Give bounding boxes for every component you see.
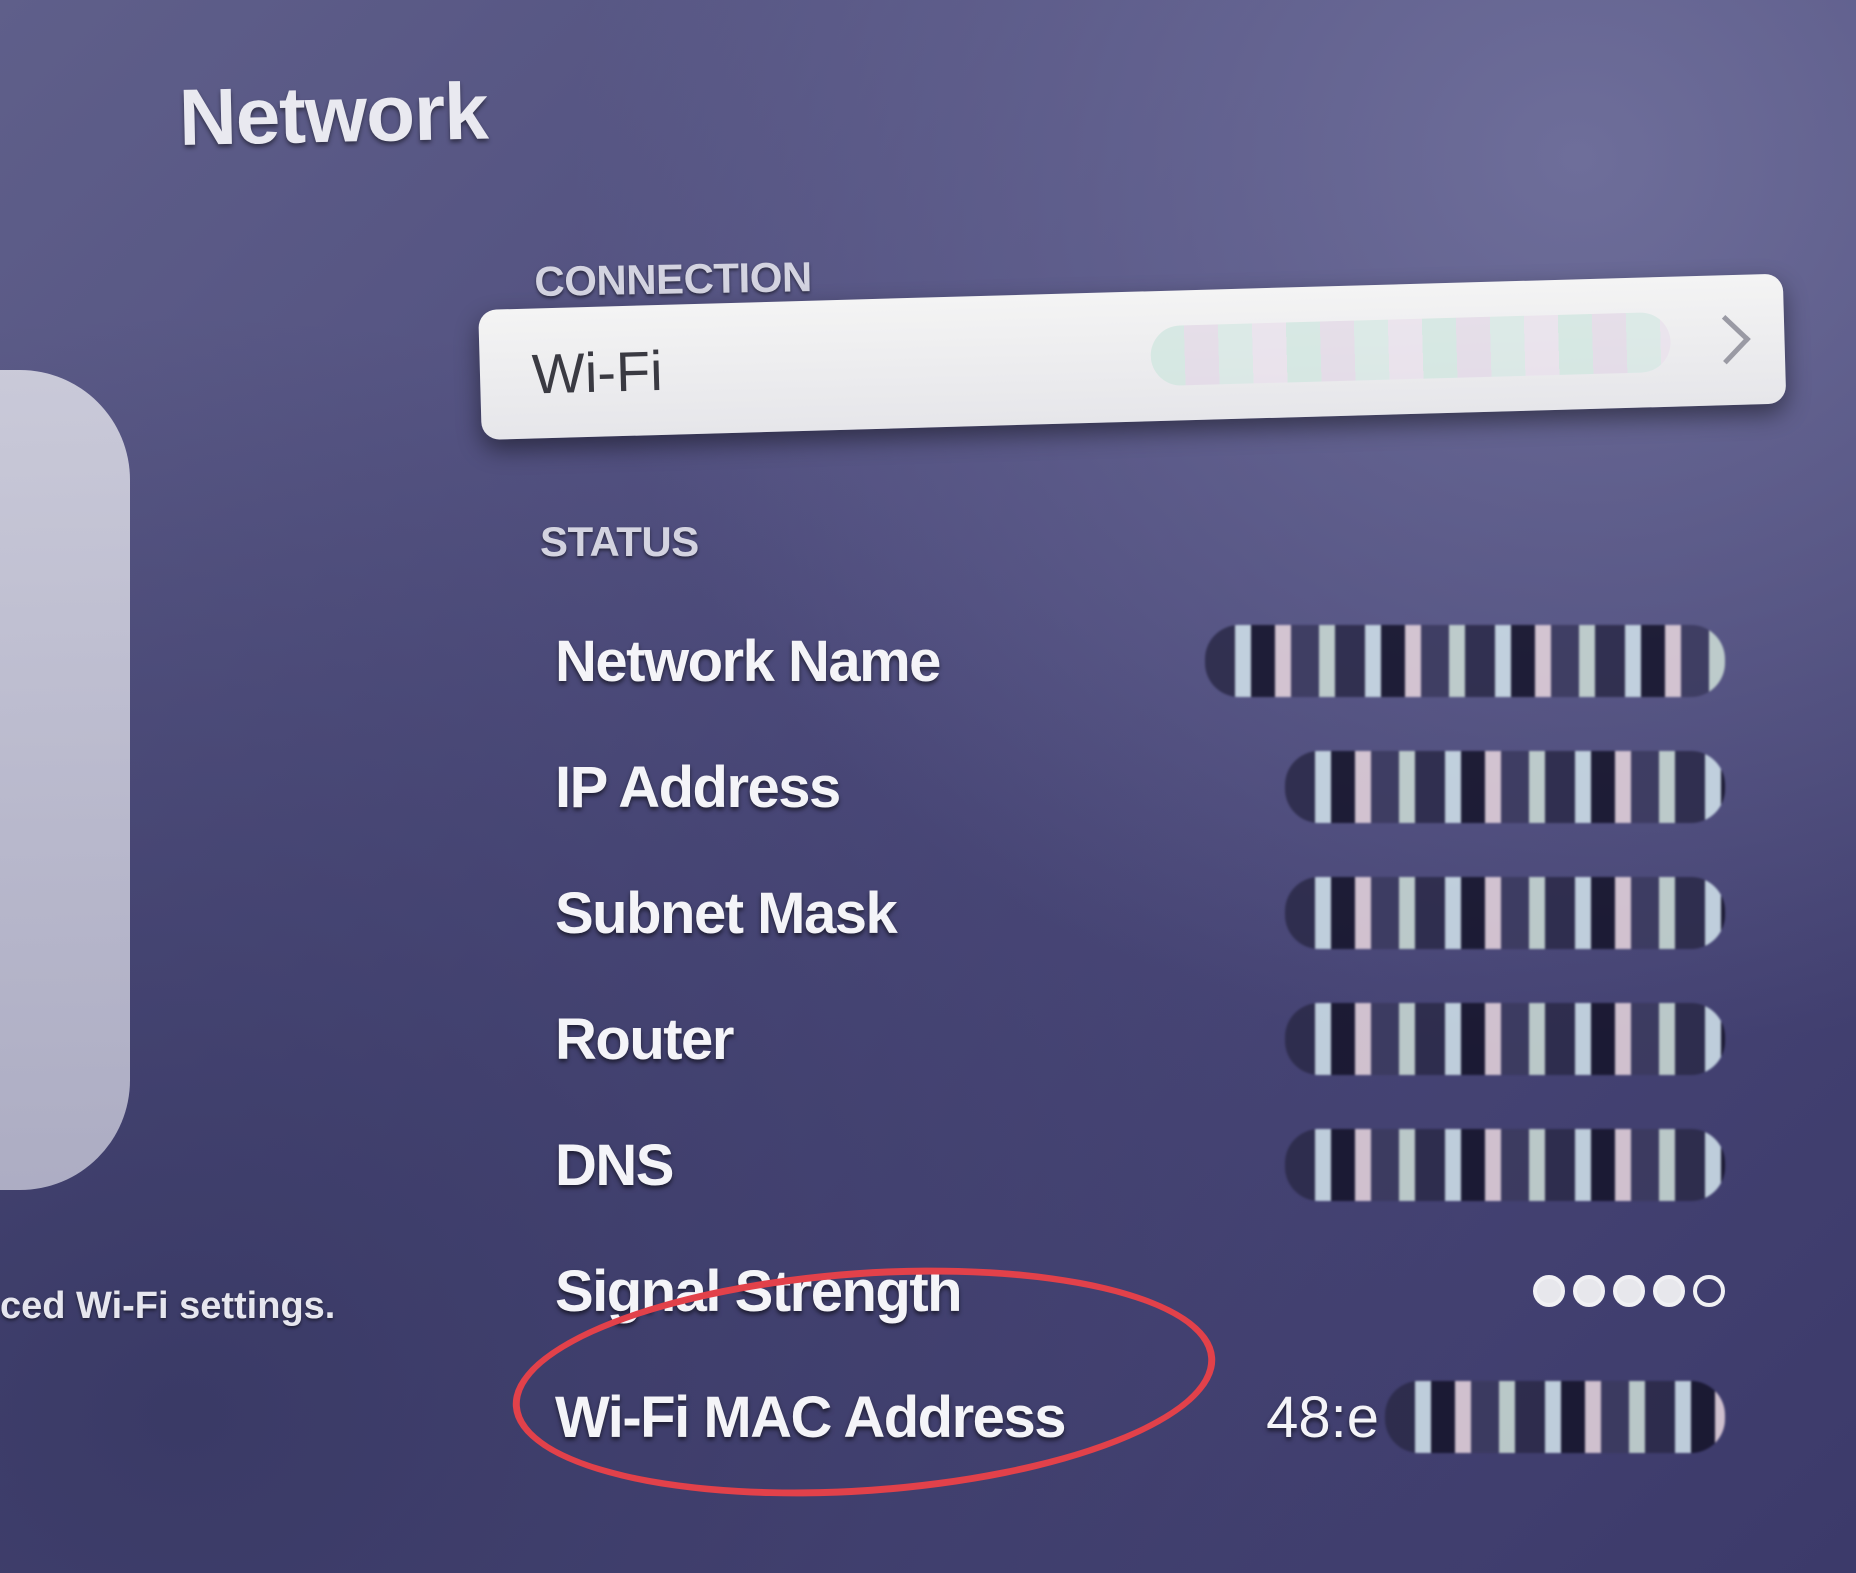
status-row-dns: DNS bbox=[555, 1102, 1725, 1228]
side-artwork-card bbox=[0, 370, 130, 1190]
signal-dot-filled bbox=[1653, 1275, 1685, 1307]
status-row-router: Router bbox=[555, 976, 1725, 1102]
dns-value-redacted bbox=[1285, 1129, 1725, 1201]
mac-address-visible-prefix: 48:e bbox=[1266, 1384, 1379, 1450]
dns-label: DNS bbox=[555, 1132, 674, 1198]
status-list: Network Name IP Address Subnet Mask Rout… bbox=[555, 598, 1725, 1480]
wifi-mac-address-value: 48:e bbox=[1266, 1381, 1725, 1453]
ip-address-label: IP Address bbox=[555, 754, 841, 820]
network-settings-screen: Network ced Wi-Fi settings. CONNECTION W… bbox=[0, 0, 1856, 1573]
status-section-header: STATUS bbox=[540, 518, 699, 565]
redaction-blur bbox=[1285, 751, 1725, 823]
router-value-redacted bbox=[1285, 1003, 1725, 1075]
ip-address-value-redacted bbox=[1285, 751, 1725, 823]
page-title: Network bbox=[178, 66, 489, 162]
signal-dot-filled bbox=[1573, 1275, 1605, 1307]
wifi-network-value-redacted bbox=[1149, 311, 1672, 387]
signal-dots bbox=[1533, 1275, 1725, 1307]
redaction-blur bbox=[1285, 1129, 1725, 1201]
signal-strength-label: Signal Strength bbox=[555, 1258, 963, 1324]
subnet-mask-label: Subnet Mask bbox=[555, 880, 898, 946]
redaction-blur bbox=[1385, 1381, 1725, 1453]
sidebar-caption: ced Wi-Fi settings. bbox=[0, 1285, 336, 1327]
signal-dot-filled bbox=[1613, 1275, 1645, 1307]
redaction-blur bbox=[1205, 625, 1725, 697]
router-label: Router bbox=[555, 1006, 734, 1072]
redaction-blur bbox=[1285, 877, 1725, 949]
signal-dot-filled bbox=[1533, 1275, 1565, 1307]
connection-section-header: CONNECTION bbox=[534, 253, 813, 305]
wifi-row-label: Wi-Fi bbox=[531, 338, 664, 406]
signal-dot-empty bbox=[1693, 1275, 1725, 1307]
signal-strength-indicator bbox=[1533, 1275, 1725, 1307]
status-row-network-name: Network Name bbox=[555, 598, 1725, 724]
wifi-mac-address-label: Wi-Fi MAC Address bbox=[555, 1384, 1066, 1450]
subnet-mask-value-redacted bbox=[1285, 877, 1725, 949]
chevron-right-icon bbox=[1706, 310, 1748, 371]
status-row-ip-address: IP Address bbox=[555, 724, 1725, 850]
network-name-label: Network Name bbox=[555, 628, 941, 694]
network-name-value-redacted bbox=[1205, 625, 1725, 697]
status-row-signal-strength: Signal Strength bbox=[555, 1228, 1725, 1354]
status-row-wifi-mac-address: Wi-Fi MAC Address 48:e bbox=[555, 1354, 1725, 1480]
status-row-subnet-mask: Subnet Mask bbox=[555, 850, 1725, 976]
redaction-blur bbox=[1285, 1003, 1725, 1075]
